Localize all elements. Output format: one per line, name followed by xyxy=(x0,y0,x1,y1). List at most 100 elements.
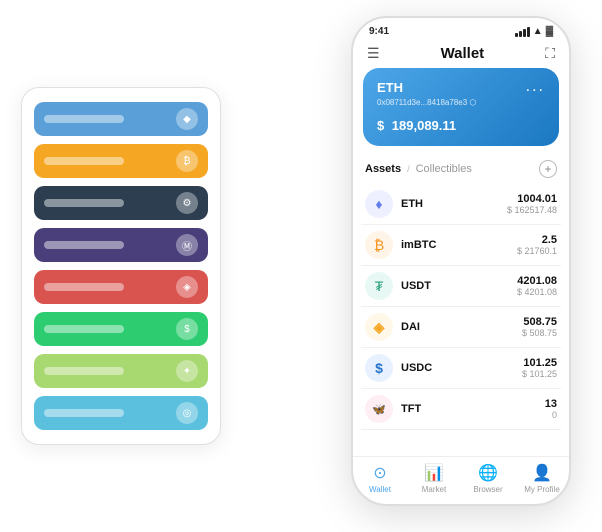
usdc-icon: $ xyxy=(365,354,393,382)
imbtc-icon: ₿ xyxy=(365,231,393,259)
eth-values: 1004.01 $ 162517.48 xyxy=(507,193,557,215)
usdc-usd: $ 101.25 xyxy=(522,369,557,379)
card-line xyxy=(44,367,124,375)
tft-usd: 0 xyxy=(545,410,557,420)
usdt-icon: ₮ xyxy=(365,272,393,300)
scene: ◆ ₿ ⚙ Ⓜ ◈ $ ✦ ◎ xyxy=(21,16,581,516)
battery-icon: ▓ xyxy=(546,26,553,37)
profile-nav-icon: 👤 xyxy=(532,463,552,483)
top-nav: ☰ Wallet ⛶ xyxy=(353,41,569,68)
imbtc-usd: $ 21760.1 xyxy=(517,246,557,256)
card-line xyxy=(44,325,124,333)
nav-wallet[interactable]: ⊙ Wallet xyxy=(353,463,407,494)
eth-name: ETH xyxy=(401,198,507,210)
wallet-nav-icon: ⊙ xyxy=(373,463,386,483)
tft-icon: 🦋 xyxy=(365,395,393,423)
stack-card-5[interactable]: ◈ xyxy=(34,270,208,304)
usdc-amount: 101.25 xyxy=(522,357,557,369)
tab-collectibles[interactable]: Collectibles xyxy=(416,163,472,175)
card-icon: ₿ xyxy=(176,150,198,172)
card-icon: ◆ xyxy=(176,108,198,130)
asset-item-usdt[interactable]: ₮ USDT 4201.08 $ 4201.08 xyxy=(361,266,561,307)
assets-header: Assets / Collectibles + xyxy=(353,156,569,184)
asset-item-tft[interactable]: 🦋 TFT 13 0 xyxy=(361,389,561,430)
eth-menu-dots[interactable]: ... xyxy=(526,78,545,96)
stack-card-7[interactable]: ✦ xyxy=(34,354,208,388)
status-bar: 9:41 ▲ ▓ xyxy=(353,18,569,41)
wifi-icon: ▲ xyxy=(533,26,543,37)
menu-icon[interactable]: ☰ xyxy=(367,45,380,62)
card-icon: ⚙ xyxy=(176,192,198,214)
tft-name: TFT xyxy=(401,403,545,415)
dai-amount: 508.75 xyxy=(522,316,557,328)
nav-profile[interactable]: 👤 My Profile xyxy=(515,463,569,494)
wallet-nav-label: Wallet xyxy=(369,485,391,494)
card-icon: ◈ xyxy=(176,276,198,298)
balance-amount: 189,089.11 xyxy=(392,118,456,133)
add-asset-button[interactable]: + xyxy=(539,160,557,178)
nav-market[interactable]: 📊 Market xyxy=(407,463,461,494)
browser-nav-icon: 🌐 xyxy=(478,463,498,483)
usdc-values: 101.25 $ 101.25 xyxy=(522,357,557,379)
asset-list: ♦ ETH 1004.01 $ 162517.48 ₿ imBTC 2.5 $ … xyxy=(353,184,569,456)
usdc-name: USDC xyxy=(401,362,522,374)
imbtc-amount: 2.5 xyxy=(517,234,557,246)
nav-browser[interactable]: 🌐 Browser xyxy=(461,463,515,494)
market-nav-label: Market xyxy=(422,485,446,494)
card-line xyxy=(44,409,124,417)
stack-card-1[interactable]: ◆ xyxy=(34,102,208,136)
tab-divider: / xyxy=(407,164,410,174)
assets-tabs: Assets / Collectibles xyxy=(365,163,472,175)
dai-name: DAI xyxy=(401,321,522,333)
dai-icon: ◈ xyxy=(365,313,393,341)
stack-card-2[interactable]: ₿ xyxy=(34,144,208,178)
asset-item-dai[interactable]: ◈ DAI 508.75 $ 508.75 xyxy=(361,307,561,348)
status-icons: ▲ ▓ xyxy=(515,26,553,37)
tft-amount: 13 xyxy=(545,398,557,410)
asset-item-eth[interactable]: ♦ ETH 1004.01 $ 162517.48 xyxy=(361,184,561,225)
eth-balance: $ 189,089.11 xyxy=(377,113,545,136)
currency-symbol: $ xyxy=(377,118,384,133)
stack-card-4[interactable]: Ⓜ xyxy=(34,228,208,262)
stack-card-6[interactable]: $ xyxy=(34,312,208,346)
eth-address: 0x08711d3e...8418a78e3 ⬡ xyxy=(377,98,545,107)
card-line xyxy=(44,199,124,207)
profile-nav-label: My Profile xyxy=(524,485,560,494)
eth-usd: $ 162517.48 xyxy=(507,205,557,215)
expand-icon[interactable]: ⛶ xyxy=(545,45,555,62)
card-line xyxy=(44,157,124,165)
stack-card-8[interactable]: ◎ xyxy=(34,396,208,430)
bottom-nav: ⊙ Wallet 📊 Market 🌐 Browser 👤 My Profile xyxy=(353,456,569,504)
dai-values: 508.75 $ 508.75 xyxy=(522,316,557,338)
phone-frame: 9:41 ▲ ▓ ☰ Wallet ⛶ ETH ... xyxy=(351,16,571,506)
card-line xyxy=(44,115,124,123)
tab-assets[interactable]: Assets xyxy=(365,163,401,175)
card-stack: ◆ ₿ ⚙ Ⓜ ◈ $ ✦ ◎ xyxy=(21,87,221,445)
usdt-usd: $ 4201.08 xyxy=(517,287,557,297)
browser-nav-label: Browser xyxy=(473,485,502,494)
usdt-name: USDT xyxy=(401,280,517,292)
eth-amount: 1004.01 xyxy=(507,193,557,205)
stack-card-3[interactable]: ⚙ xyxy=(34,186,208,220)
eth-card-top: ETH ... xyxy=(377,78,545,96)
card-icon: ◎ xyxy=(176,402,198,424)
usdt-values: 4201.08 $ 4201.08 xyxy=(517,275,557,297)
dai-usd: $ 508.75 xyxy=(522,328,557,338)
tft-values: 13 0 xyxy=(545,398,557,420)
card-line xyxy=(44,283,124,291)
status-time: 9:41 xyxy=(369,26,389,37)
page-title: Wallet xyxy=(441,45,485,62)
eth-label: ETH xyxy=(377,80,403,95)
card-icon: Ⓜ xyxy=(176,234,198,256)
asset-item-imbtc[interactable]: ₿ imBTC 2.5 $ 21760.1 xyxy=(361,225,561,266)
card-line xyxy=(44,241,124,249)
eth-card[interactable]: ETH ... 0x08711d3e...8418a78e3 ⬡ $ 189,0… xyxy=(363,68,559,146)
eth-icon: ♦ xyxy=(365,190,393,218)
card-icon: ✦ xyxy=(176,360,198,382)
signal-icon xyxy=(515,27,530,37)
imbtc-name: imBTC xyxy=(401,239,517,251)
market-nav-icon: 📊 xyxy=(424,463,444,483)
asset-item-usdc[interactable]: $ USDC 101.25 $ 101.25 xyxy=(361,348,561,389)
imbtc-values: 2.5 $ 21760.1 xyxy=(517,234,557,256)
usdt-amount: 4201.08 xyxy=(517,275,557,287)
